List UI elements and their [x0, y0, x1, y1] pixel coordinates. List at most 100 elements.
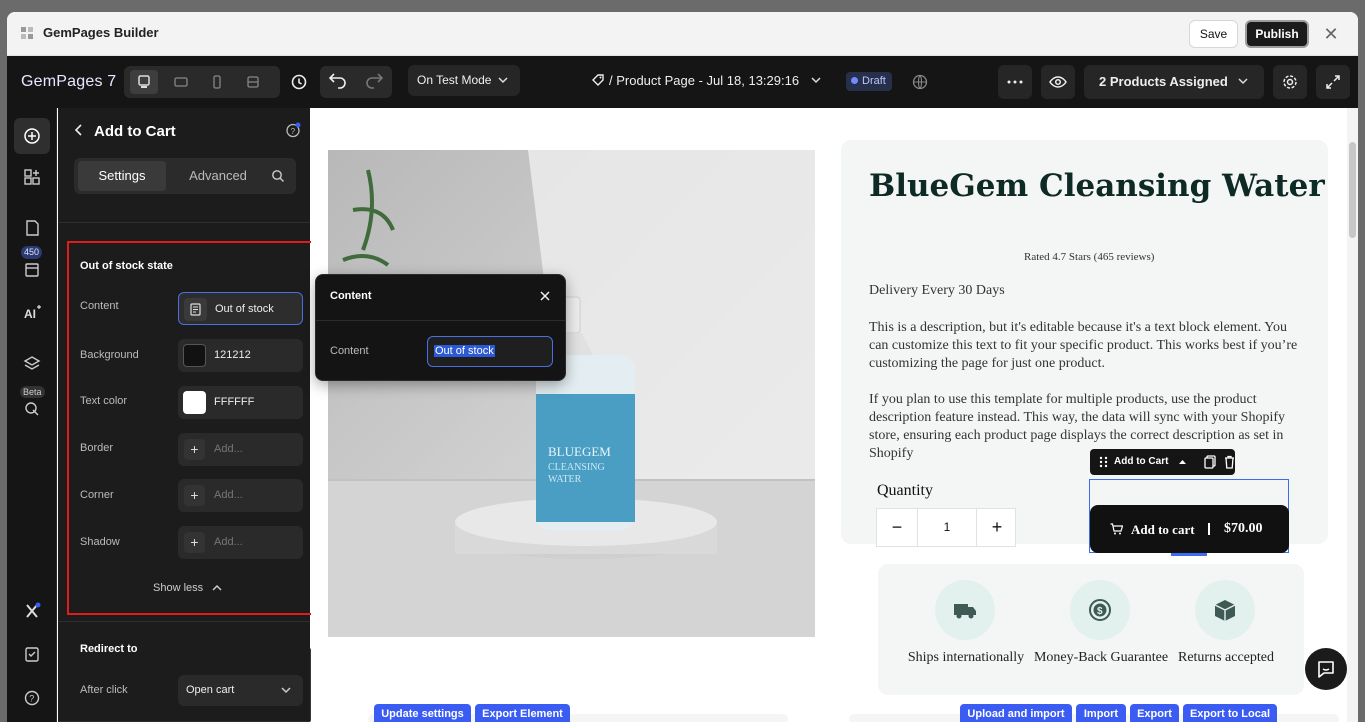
preview-button[interactable] — [1041, 65, 1075, 99]
help-icon[interactable]: ? — [20, 686, 44, 710]
product-title[interactable]: BlueGem Cleansing Water — [869, 168, 1325, 204]
add-element-icon[interactable] — [14, 118, 50, 154]
bottle-brand: BLUEGEM — [548, 444, 611, 459]
help-question-icon[interactable]: ? — [285, 122, 301, 138]
text-color-field[interactable]: FFFFFF — [178, 386, 303, 419]
canvas-scrollbar[interactable] — [1347, 108, 1358, 722]
undo-icon[interactable] — [320, 66, 356, 98]
shadow-label: Shadow — [80, 536, 120, 548]
add-corner-icon[interactable]: + — [184, 485, 205, 506]
device-switcher — [124, 66, 280, 98]
settings-button[interactable] — [1273, 65, 1307, 99]
content-label: Content — [80, 300, 119, 312]
page-library-icon[interactable] — [20, 216, 44, 240]
cursor-target-icon[interactable] — [20, 397, 44, 421]
drag-handle-icon[interactable] — [1099, 456, 1109, 468]
show-less-label: Show less — [153, 582, 204, 594]
export-local-button[interactable]: Export to Local — [1183, 704, 1277, 722]
desktop-device-icon[interactable] — [130, 70, 158, 94]
add-shadow-icon[interactable]: + — [184, 532, 205, 553]
show-less-toggle[interactable]: Show less — [153, 582, 222, 594]
after-click-select[interactable]: Open cart — [178, 675, 303, 706]
out-of-stock-section-title: Out of stock state — [80, 260, 173, 272]
history-icon[interactable] — [287, 70, 311, 94]
sections-icon[interactable] — [20, 165, 44, 189]
caret-up-icon[interactable] — [1179, 459, 1186, 464]
upload-import-button[interactable]: Upload and import — [960, 704, 1072, 722]
product-rating: Rated 4.7 Stars (465 reviews) — [1024, 251, 1155, 263]
settings-panel: Add to Cart ? Settings Advanced Out of s… — [58, 108, 315, 722]
duplicate-icon[interactable] — [1204, 455, 1216, 469]
element-toolbar: Add to Cart — [1090, 449, 1235, 475]
tab-advanced[interactable]: Advanced — [178, 161, 258, 191]
after-click-label: After click — [80, 684, 128, 696]
checklist-icon[interactable] — [20, 642, 44, 666]
import-button[interactable]: Import — [1076, 704, 1126, 722]
back-arrow-icon[interactable] — [71, 122, 87, 138]
ai-icon[interactable]: AI — [20, 301, 44, 325]
content-field[interactable]: Out of stock — [178, 292, 303, 325]
canvas-scroll-thumb[interactable] — [1349, 142, 1356, 238]
top-toolbar: GemPages 7 On Test Mode / Product Page -… — [7, 56, 1358, 108]
chevron-up-icon — [212, 584, 222, 591]
update-settings-button[interactable]: Update settings — [374, 704, 471, 722]
corner-field[interactable]: + Add... — [178, 479, 303, 512]
fullwidth-device-icon[interactable] — [239, 70, 267, 94]
background-color-field[interactable]: 121212 — [178, 339, 303, 372]
export-element-button[interactable]: Export Element — [475, 704, 570, 722]
close-window-icon[interactable]: ✕ — [1321, 22, 1341, 46]
more-icon — [1007, 80, 1023, 84]
save-button[interactable]: Save — [1189, 20, 1238, 48]
products-assigned-dropdown[interactable]: 2 Products Assigned — [1084, 65, 1264, 99]
globe-icon[interactable] — [912, 74, 928, 90]
bottle-line-2: WATER — [548, 474, 582, 485]
text-block-icon — [184, 298, 207, 321]
export-button[interactable]: Export — [1130, 704, 1179, 722]
redirect-section-title: Redirect to — [80, 643, 138, 655]
truck-icon — [935, 580, 995, 640]
quantity-stepper: − 1 + — [876, 508, 1016, 547]
more-options-button[interactable] — [998, 65, 1032, 99]
page-selector[interactable]: / Product Page - Jul 18, 13:29:16 — [591, 73, 821, 88]
resize-indicator[interactable] — [1171, 553, 1207, 556]
template-icon[interactable] — [20, 258, 44, 282]
add-to-cart-button[interactable]: Add to cart $70.00 — [1090, 505, 1289, 553]
separator — [1208, 523, 1210, 535]
background-value: 121212 — [214, 349, 251, 361]
status-badge: Draft — [846, 72, 892, 91]
popover-content-label: Content — [330, 345, 369, 357]
mobile-device-icon[interactable] — [203, 70, 231, 94]
border-field[interactable]: + Add... — [178, 433, 303, 466]
text-color-swatch[interactable] — [183, 391, 206, 414]
plus-icon[interactable]: + — [977, 509, 1017, 546]
add-border-icon[interactable]: + — [184, 439, 205, 460]
product-image[interactable]: BLUEGEM CLEANSING WATER — [328, 150, 815, 637]
minus-icon[interactable]: − — [877, 509, 917, 546]
search-icon[interactable] — [271, 169, 285, 183]
test-mode-dropdown[interactable]: On Test Mode — [408, 65, 520, 96]
tab-settings[interactable]: Settings — [78, 161, 166, 191]
window-title: GemPages Builder — [43, 25, 159, 40]
shadow-field[interactable]: + Add... — [178, 526, 303, 559]
corner-placeholder: Add... — [214, 489, 243, 501]
text-color-label: Text color — [80, 395, 128, 407]
x-integration-icon[interactable] — [20, 599, 44, 623]
tablet-device-icon[interactable] — [167, 70, 195, 94]
redo-icon[interactable] — [356, 66, 392, 98]
element-toolbar-label[interactable]: Add to Cart — [1114, 456, 1168, 467]
trash-icon[interactable] — [1224, 455, 1235, 469]
background-swatch[interactable] — [183, 344, 206, 367]
quantity-input[interactable]: 1 — [917, 509, 977, 546]
tag-icon — [592, 74, 604, 86]
layers-icon[interactable] — [20, 352, 44, 376]
publish-button[interactable]: Publish — [1245, 20, 1309, 48]
section-divider — [58, 621, 310, 622]
add-to-cart-price: $70.00 — [1224, 521, 1263, 536]
popover-content-input[interactable]: Out of stock — [427, 336, 553, 367]
fullscreen-button[interactable] — [1316, 65, 1350, 99]
border-label: Border — [80, 442, 114, 454]
close-icon[interactable] — [540, 291, 550, 301]
chat-widget-button[interactable] — [1305, 648, 1347, 690]
chevron-down-icon — [281, 687, 291, 694]
description-paragraph-1: This is a description, but it's editable… — [869, 320, 1298, 371]
